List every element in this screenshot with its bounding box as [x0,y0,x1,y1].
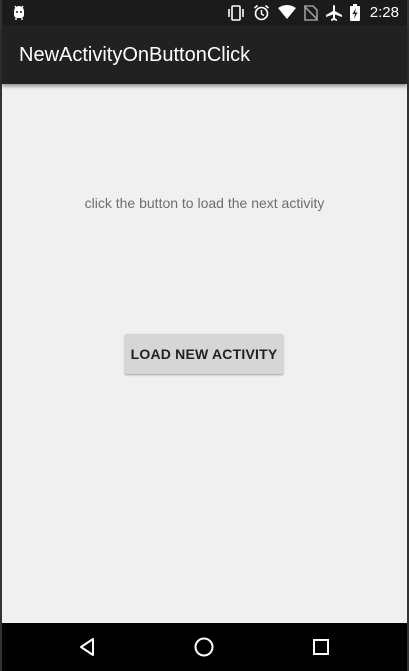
load-new-activity-button[interactable]: LOAD NEW ACTIVITY [125,334,283,374]
app-bar: NewActivityOnButtonClick [2,25,407,84]
navigation-bar [2,623,407,671]
app-title: NewActivityOnButtonClick [19,44,251,66]
battery-charging-icon [349,4,360,21]
home-icon [194,637,214,657]
recents-button[interactable] [309,635,333,659]
airplane-mode-icon [325,4,342,21]
back-icon [80,638,94,656]
wifi-icon [277,5,296,19]
no-sim-icon [303,4,318,21]
home-button[interactable] [192,635,216,659]
main-content: click the button to load the next activi… [2,84,407,623]
recents-icon [313,639,329,655]
android-debug-icon [12,3,26,21]
status-bar: 2:28 [2,0,407,25]
clock: 2:28 [369,4,399,21]
alarm-icon [253,4,269,21]
device-screen: 2:28 NewActivityOnButtonClick click the … [0,0,409,671]
vibrate-icon [227,4,244,21]
status-icons-group: 2:28 [227,2,399,23]
back-button[interactable] [76,635,100,659]
instruction-text: click the button to load the next activi… [84,195,325,211]
